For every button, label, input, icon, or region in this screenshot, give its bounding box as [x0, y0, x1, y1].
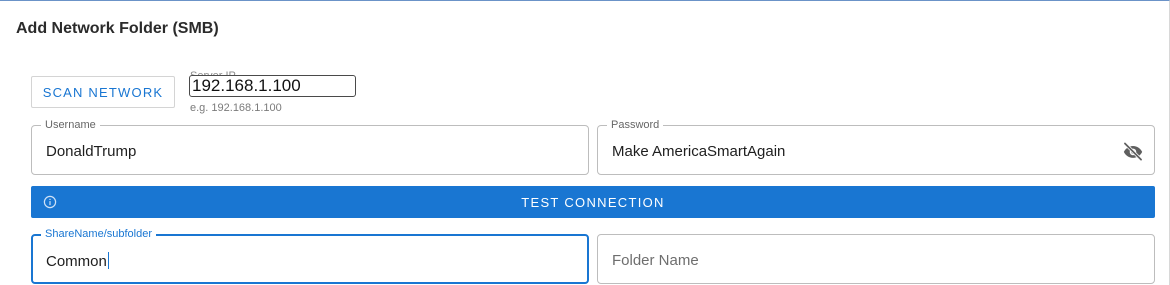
username-field[interactable]: Username DonaldTrump: [31, 118, 589, 175]
text-caret: [107, 252, 109, 269]
server-ip-hint: e.g. 192.168.1.100: [190, 102, 282, 114]
share-name-text: Common: [46, 253, 107, 270]
share-name-field[interactable]: ShareName/subfolder Common: [31, 227, 589, 284]
share-name-label: ShareName/subfolder: [41, 227, 157, 241]
server-ip-input[interactable]: 192.168.1.100: [189, 75, 356, 97]
eye-off-icon[interactable]: [1122, 140, 1144, 162]
folder-name-placeholder: Folder Name: [612, 252, 699, 269]
share-name-value: Common: [46, 252, 109, 270]
password-field[interactable]: Password Make AmericaSmartAgain: [597, 118, 1155, 175]
username-value: DonaldTrump: [46, 143, 137, 160]
test-connection-button[interactable]: TEST CONNECTION: [31, 186, 1155, 218]
username-label: Username: [41, 118, 100, 132]
dialog-title: Add Network Folder (SMB): [16, 20, 219, 37]
test-connection-label: TEST CONNECTION: [521, 195, 665, 210]
scan-network-button[interactable]: SCAN NETWORK: [31, 76, 175, 108]
password-value: Make AmericaSmartAgain: [612, 143, 786, 160]
folder-name-field[interactable]: Folder Name: [597, 234, 1155, 284]
scan-network-label: SCAN NETWORK: [42, 84, 164, 100]
password-label: Password: [607, 118, 664, 132]
add-network-folder-dialog: Add Network Folder (SMB) SCAN NETWORK Se…: [0, 0, 1170, 285]
